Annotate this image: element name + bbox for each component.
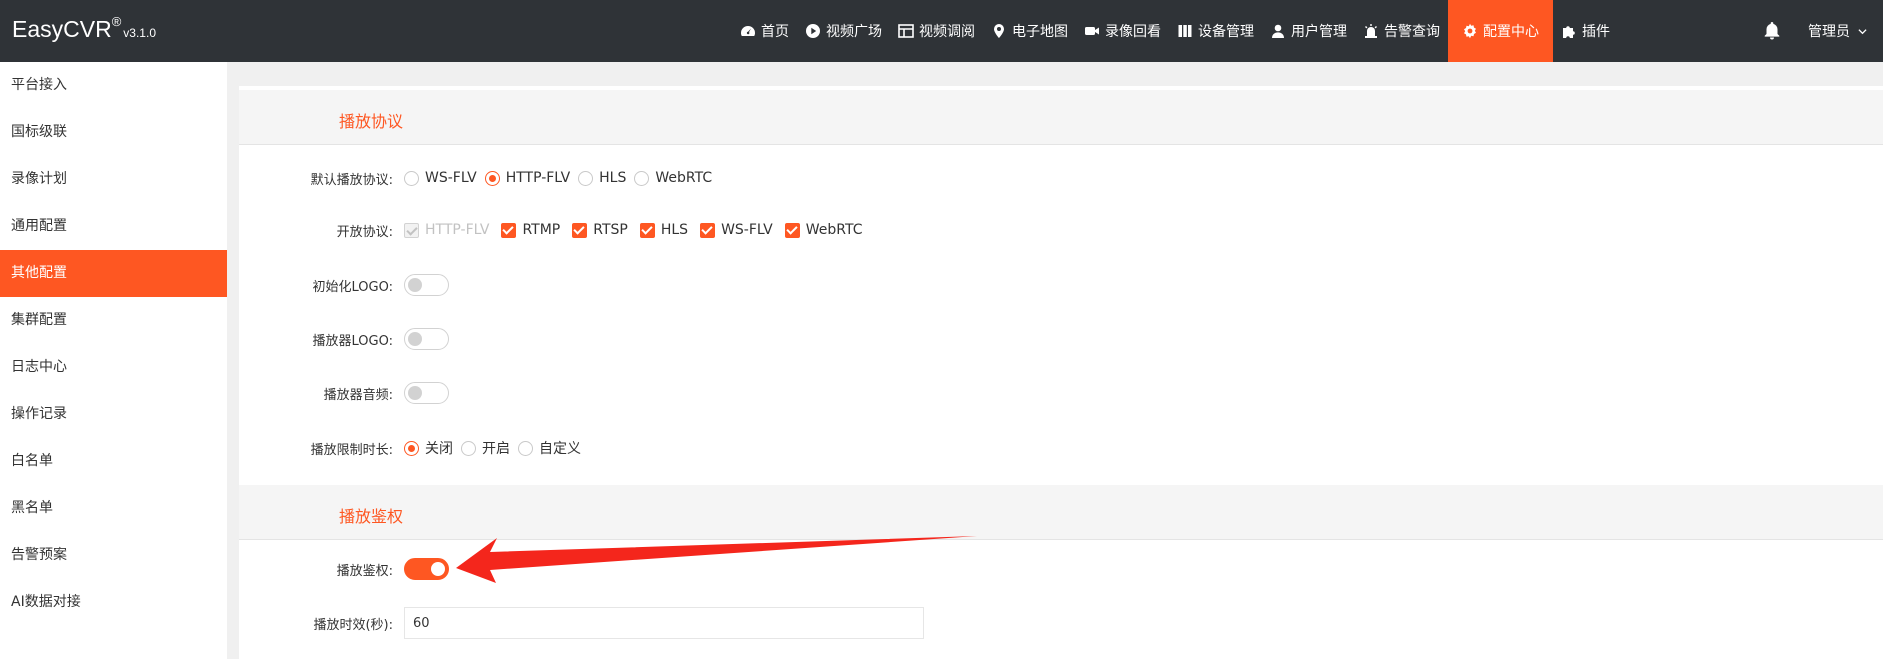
nav-label: 电子地图 [1012, 24, 1068, 40]
sidebar-item-cluster-config[interactable]: 集群配置 [0, 297, 227, 344]
field-label: 播放器LOGO: [312, 333, 393, 349]
field-label: 播放限制时长: [310, 442, 393, 458]
player-logo-toggle[interactable] [404, 328, 449, 350]
alarm-icon [1363, 23, 1379, 39]
field-label: 开放协议: [336, 224, 393, 240]
field-label: 默认播放协议: [310, 172, 393, 188]
grid-layout-icon [898, 23, 914, 39]
radio-limit-custom[interactable]: 自定义 [518, 438, 581, 458]
checkbox-ws-flv[interactable]: WS-FLV [700, 222, 773, 238]
radio-hls[interactable]: HLS [578, 170, 626, 186]
checkbox-hls[interactable]: HLS [639, 222, 688, 238]
row-init-logo: 初始化LOGO: [239, 270, 1883, 300]
nav-label: 首页 [761, 24, 789, 40]
row-time-limit: 播放限制时长: 关闭 开启 自定义 [239, 433, 1883, 463]
section-title: 播放鉴权 [339, 507, 404, 526]
radio-ws-flv[interactable]: WS-FLV [404, 170, 477, 186]
field-label: 播放鉴权: [336, 563, 393, 579]
sidebar-item-general-config[interactable]: 通用配置 [0, 203, 227, 250]
player-audio-toggle[interactable] [404, 382, 449, 404]
brand-name: EasyCVR [12, 16, 112, 42]
devices-icon [1177, 23, 1193, 39]
user-menu[interactable]: 管理员 [1808, 21, 1868, 41]
config-panel: 播放协议 默认播放协议: WS-FLV HTTP-FLV HLS WebRTC … [239, 86, 1883, 659]
row-play-auth: 播放鉴权: [239, 554, 1883, 584]
sidebar-item-platform-access[interactable]: 平台接入 [0, 62, 227, 109]
checkbox-rtmp[interactable]: RTMP [501, 222, 560, 238]
user-icon [1270, 23, 1286, 39]
row-play-validity: 播放时效(秒): [239, 607, 1883, 639]
radio-webrtc[interactable]: WebRTC [634, 170, 712, 186]
sidebar-item-operation-log[interactable]: 操作记录 [0, 391, 227, 438]
checkbox-rtsp[interactable]: RTSP [572, 222, 628, 238]
user-name: 管理员 [1808, 24, 1850, 40]
nav-label: 插件 [1582, 24, 1610, 40]
sidebar-item-log-center[interactable]: 日志中心 [0, 344, 227, 391]
play-circle-icon [805, 23, 821, 39]
nav-label: 告警查询 [1384, 24, 1440, 40]
map-pin-icon [991, 23, 1007, 39]
time-limit-radio-group: 关闭 开启 自定义 [404, 438, 589, 458]
radio-limit-on[interactable]: 开启 [461, 438, 510, 458]
field-label: 播放时效(秒): [313, 617, 393, 633]
nav-config-center[interactable]: 配置中心 [1448, 0, 1553, 62]
video-camera-icon [1084, 23, 1100, 39]
section-header-auth: 播放鉴权 [239, 485, 1883, 540]
play-validity-input[interactable] [404, 607, 924, 639]
nav-plugins[interactable]: 插件 [1553, 0, 1618, 62]
nav-label: 录像回看 [1105, 24, 1161, 40]
row-player-audio: 播放器音频: [239, 378, 1883, 408]
top-nav: 首页 视频广场 视频调阅 电子地图 录像回看 设备管理 用户管理 告警查询 配置… [732, 0, 1618, 62]
default-protocol-radio-group: WS-FLV HTTP-FLV HLS WebRTC [404, 170, 720, 186]
sidebar-item-gb-cascade[interactable]: 国标级联 [0, 109, 227, 156]
nav-label: 设备管理 [1198, 24, 1254, 40]
app-version: v3.1.0 [123, 26, 156, 40]
row-default-protocol: 默认播放协议: WS-FLV HTTP-FLV HLS WebRTC [239, 163, 1883, 193]
sidebar-item-blacklist[interactable]: 黑名单 [0, 485, 227, 532]
row-open-protocols: 开放协议: HTTP-FLV RTMP RTSP HLS WS-FLV WebR… [239, 215, 1883, 245]
app-brand[interactable]: EasyCVR®v3.1.0 [12, 14, 156, 43]
section-header-playback: 播放协议 [239, 90, 1883, 145]
field-label: 播放器音频: [323, 387, 393, 403]
chevron-down-icon [1858, 29, 1868, 35]
row-player-logo: 播放器LOGO: [239, 324, 1883, 354]
sidebar-item-record-plan[interactable]: 录像计划 [0, 156, 227, 203]
nav-alarm-query[interactable]: 告警查询 [1355, 0, 1448, 62]
nav-video-square[interactable]: 视频广场 [797, 0, 890, 62]
nav-label: 用户管理 [1291, 24, 1347, 40]
top-header: EasyCVR®v3.1.0 首页 视频广场 视频调阅 电子地图 录像回看 设备… [0, 0, 1883, 62]
section-title: 播放协议 [339, 112, 404, 131]
checkbox-http-flv: HTTP-FLV [404, 222, 489, 238]
sidebar-item-whitelist[interactable]: 白名单 [0, 438, 227, 485]
sidebar-item-alarm-plan[interactable]: 告警预案 [0, 532, 227, 579]
brand-trademark: ® [111, 14, 122, 29]
nav-label: 配置中心 [1483, 24, 1539, 40]
radio-limit-off[interactable]: 关闭 [404, 438, 453, 458]
radio-http-flv[interactable]: HTTP-FLV [484, 170, 570, 186]
sidebar-item-other-config[interactable]: 其他配置 [0, 250, 227, 297]
field-label: 初始化LOGO: [312, 279, 393, 295]
nav-e-map[interactable]: 电子地图 [983, 0, 1076, 62]
nav-label: 视频调阅 [919, 24, 975, 40]
init-logo-toggle[interactable] [404, 274, 449, 296]
checkbox-webrtc[interactable]: WebRTC [784, 222, 863, 238]
nav-user-management[interactable]: 用户管理 [1262, 0, 1355, 62]
gear-icon [1462, 23, 1478, 39]
nav-video-view[interactable]: 视频调阅 [890, 0, 983, 62]
dashboard-icon [740, 23, 756, 39]
sidebar: 平台接入 国标级联 录像计划 通用配置 其他配置 集群配置 日志中心 操作记录 … [0, 62, 227, 659]
nav-home[interactable]: 首页 [732, 0, 797, 62]
nav-device-management[interactable]: 设备管理 [1169, 0, 1262, 62]
sidebar-item-ai-data[interactable]: AI数据对接 [0, 579, 227, 626]
open-protocols-checkbox-group: HTTP-FLV RTMP RTSP HLS WS-FLV WebRTC [404, 222, 875, 238]
bell-icon[interactable] [1762, 20, 1782, 40]
play-auth-toggle[interactable] [404, 558, 449, 580]
puzzle-icon [1561, 23, 1577, 39]
nav-label: 视频广场 [826, 24, 882, 40]
nav-playback[interactable]: 录像回看 [1076, 0, 1169, 62]
